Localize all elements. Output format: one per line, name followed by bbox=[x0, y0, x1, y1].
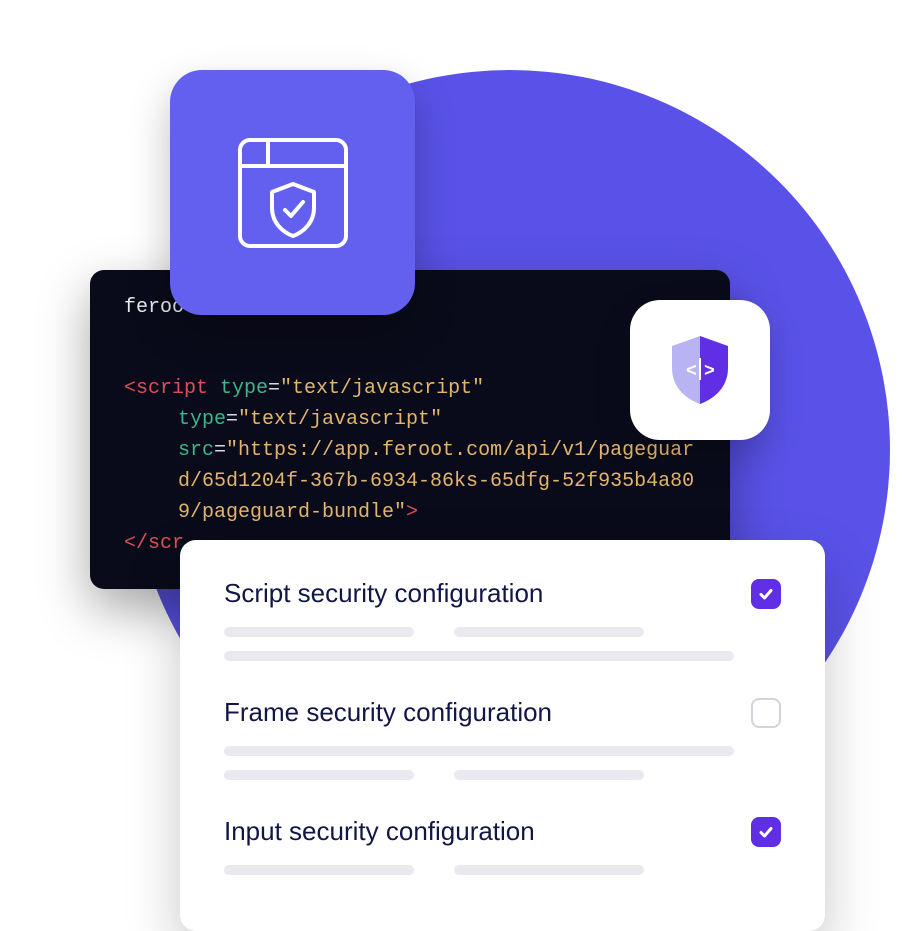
placeholder-row bbox=[224, 770, 781, 780]
browser-shield-icon bbox=[234, 134, 352, 252]
browser-shield-card bbox=[170, 70, 415, 315]
code-attr-type2: type bbox=[178, 408, 226, 431]
placeholder-row bbox=[224, 627, 781, 637]
svg-text:<: < bbox=[686, 362, 697, 382]
code-str-type: "text/javascript" bbox=[280, 377, 484, 400]
svg-text:>: > bbox=[704, 362, 715, 382]
code-tag-close-angle: > bbox=[406, 501, 418, 524]
code-str-src: "https://app.feroot.com/api/v1/pageguard… bbox=[178, 439, 694, 524]
code-str-type2: "text/javascript" bbox=[238, 408, 442, 431]
checkbox-input[interactable] bbox=[751, 817, 781, 847]
code-tag-close: </scr bbox=[124, 532, 184, 555]
code-attr-type: type bbox=[220, 377, 268, 400]
config-panel: Script security configuration Frame secu… bbox=[180, 540, 825, 931]
checkbox-script[interactable] bbox=[751, 579, 781, 609]
placeholder-row bbox=[224, 651, 781, 661]
code-attr-src: src bbox=[178, 439, 214, 462]
config-item-script: Script security configuration bbox=[224, 578, 781, 661]
config-item-frame: Frame security configuration bbox=[224, 697, 781, 780]
config-title-script: Script security configuration bbox=[224, 578, 543, 609]
placeholder-row bbox=[224, 746, 781, 756]
config-title-input: Input security configuration bbox=[224, 816, 535, 847]
code-shield-icon: < > bbox=[668, 334, 732, 406]
code-shield-card: < > bbox=[630, 300, 770, 440]
config-title-frame: Frame security configuration bbox=[224, 697, 552, 728]
check-icon bbox=[758, 824, 774, 840]
config-item-input: Input security configuration bbox=[224, 816, 781, 875]
check-icon bbox=[758, 586, 774, 602]
code-body: <script type="text/javascript" type="tex… bbox=[124, 373, 696, 559]
checkbox-frame[interactable] bbox=[751, 698, 781, 728]
placeholder-row bbox=[224, 865, 781, 875]
code-tag-open: <script bbox=[124, 377, 220, 400]
